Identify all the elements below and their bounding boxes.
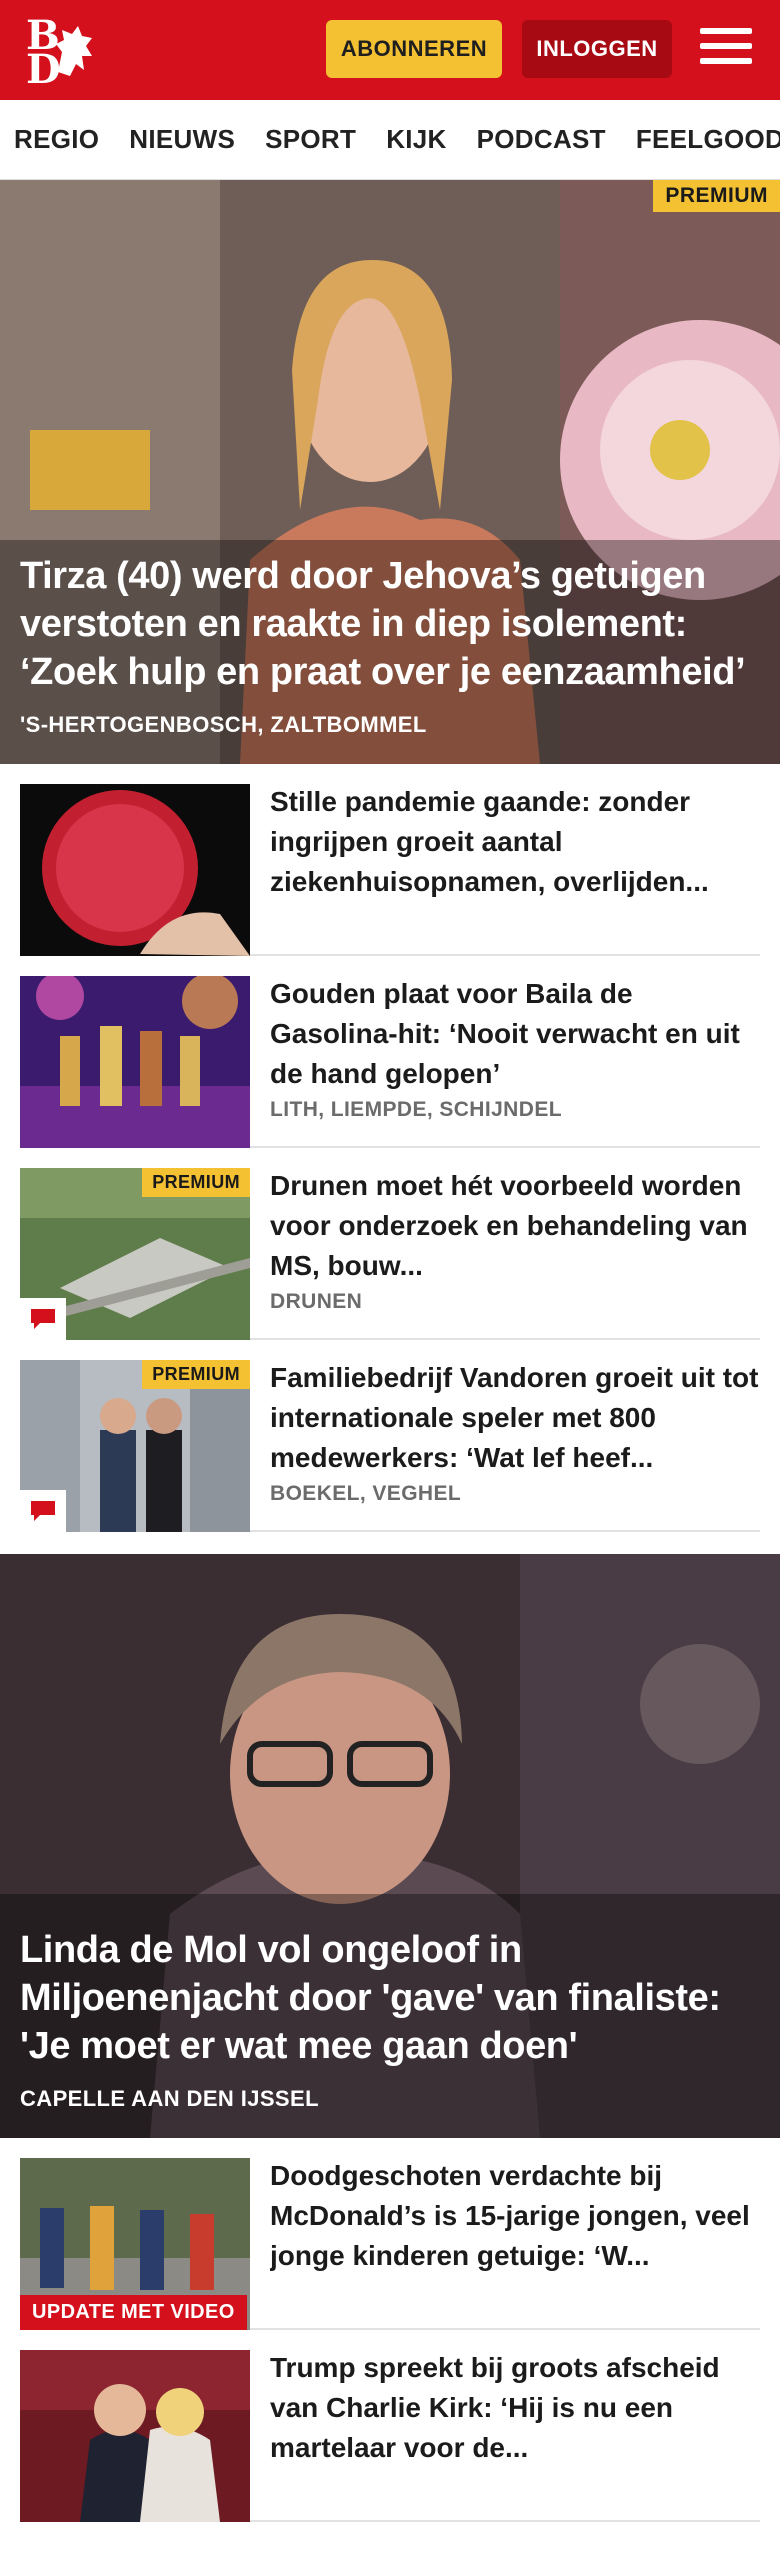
- list-item[interactable]: Stille pandemie gaande: zonder ingrijpen…: [20, 764, 760, 956]
- premium-badge: PREMIUM: [142, 1360, 250, 1389]
- hero-text: Tirza (40) werd door Jehova’s getuigen v…: [20, 552, 756, 738]
- article-headline[interactable]: Doodgeschoten verdachte bij McDonald’s i…: [270, 2156, 760, 2276]
- comment-icon: [20, 1298, 66, 1340]
- section-nav: REGIO NIEUWS SPORT KIJK PODCAST FEELGOOD: [0, 100, 780, 180]
- hero-headline[interactable]: Linda de Mol vol ongeloof in Miljoenenja…: [20, 1926, 756, 2070]
- article-list-1: Stille pandemie gaande: zonder ingrijpen…: [0, 764, 780, 1532]
- petri-dish-image: [20, 784, 250, 956]
- nav-item-feelgood[interactable]: FEELGOOD: [636, 124, 780, 155]
- hero-article-2[interactable]: Linda de Mol vol ongeloof in Miljoenenja…: [0, 1554, 780, 2138]
- site-header: B D ABONNEREN INLOGGEN: [0, 0, 780, 100]
- nav-item-nieuws[interactable]: NIEUWS: [129, 124, 235, 155]
- list-item[interactable]: UPDATE MET VIDEO Doodgeschoten verdachte…: [20, 2138, 760, 2330]
- article-location: BOEKEL, VEGHEL: [270, 1482, 462, 1505]
- article-text: Gouden plaat voor Baila de Gasolina-hit:…: [270, 974, 760, 1122]
- article-thumbnail: [20, 2350, 250, 2522]
- hamburger-icon[interactable]: [700, 28, 752, 72]
- memorial-embrace-image: [20, 2350, 250, 2522]
- concert-stage-image: [20, 976, 250, 1148]
- nav-item-podcast[interactable]: PODCAST: [477, 124, 606, 155]
- list-item[interactable]: PREMIUM Familiebedrijf Vandoren groeit u…: [20, 1340, 760, 1532]
- premium-badge: PREMIUM: [653, 180, 780, 212]
- nav-item-kijk[interactable]: KIJK: [386, 124, 446, 155]
- list-item[interactable]: Gouden plaat voor Baila de Gasolina-hit:…: [20, 956, 760, 1148]
- login-button[interactable]: INLOGGEN: [522, 20, 672, 78]
- list-item[interactable]: Trump spreekt bij groots afscheid van Ch…: [20, 2330, 760, 2522]
- lion-icon: [56, 26, 92, 76]
- subscribe-button[interactable]: ABONNEREN: [326, 20, 502, 78]
- list-item[interactable]: PREMIUM Drunen moet hét voorbeeld worden…: [20, 1148, 760, 1340]
- article-location: DRUNEN: [270, 1290, 363, 1313]
- article-text: Stille pandemie gaande: zonder ingrijpen…: [270, 782, 760, 902]
- hero-text: Linda de Mol vol ongeloof in Miljoenenja…: [20, 1926, 756, 2112]
- article-text: Trump spreekt bij groots afscheid van Ch…: [270, 2348, 760, 2468]
- article-list-2: UPDATE MET VIDEO Doodgeschoten verdachte…: [0, 2138, 780, 2522]
- comment-icon: [20, 1490, 66, 1532]
- article-headline[interactable]: Gouden plaat voor Baila de Gasolina-hit:…: [270, 974, 760, 1094]
- article-headline[interactable]: Drunen moet hét voorbeeld worden voor on…: [270, 1166, 760, 1286]
- update-video-badge: UPDATE MET VIDEO: [20, 2295, 247, 2330]
- premium-badge: PREMIUM: [142, 1168, 250, 1197]
- article-headline[interactable]: Trump spreekt bij groots afscheid van Ch…: [270, 2348, 760, 2468]
- article-headline[interactable]: Stille pandemie gaande: zonder ingrijpen…: [270, 782, 760, 902]
- hero-article-1[interactable]: PREMIUM Tirza (40) werd door Jehova’s ge…: [0, 180, 780, 764]
- article-thumbnail: PREMIUM: [20, 1168, 250, 1340]
- article-thumbnail: PREMIUM: [20, 1360, 250, 1532]
- hero-location: CAPELLE AAN DEN IJSSEL: [20, 2086, 319, 2111]
- article-text: Familiebedrijf Vandoren groeit uit tot i…: [270, 1358, 760, 1506]
- nav-item-regio[interactable]: REGIO: [14, 124, 99, 155]
- hero-location: 'S-HERTOGENBOSCH, ZALTBOMMEL: [20, 712, 427, 737]
- article-thumbnail: UPDATE MET VIDEO: [20, 2158, 250, 2330]
- hero-headline[interactable]: Tirza (40) werd door Jehova’s getuigen v…: [20, 552, 756, 696]
- article-text: Drunen moet hét voorbeeld worden voor on…: [270, 1166, 760, 1314]
- article-headline[interactable]: Familiebedrijf Vandoren groeit uit tot i…: [270, 1358, 760, 1478]
- site-logo[interactable]: B D: [26, 16, 116, 90]
- article-text: Doodgeschoten verdachte bij McDonald’s i…: [270, 2156, 760, 2276]
- article-thumbnail: [20, 976, 250, 1148]
- nav-item-sport[interactable]: SPORT: [265, 124, 356, 155]
- article-thumbnail: [20, 784, 250, 956]
- article-location: LITH, LIEMPDE, SCHIJNDEL: [270, 1098, 562, 1121]
